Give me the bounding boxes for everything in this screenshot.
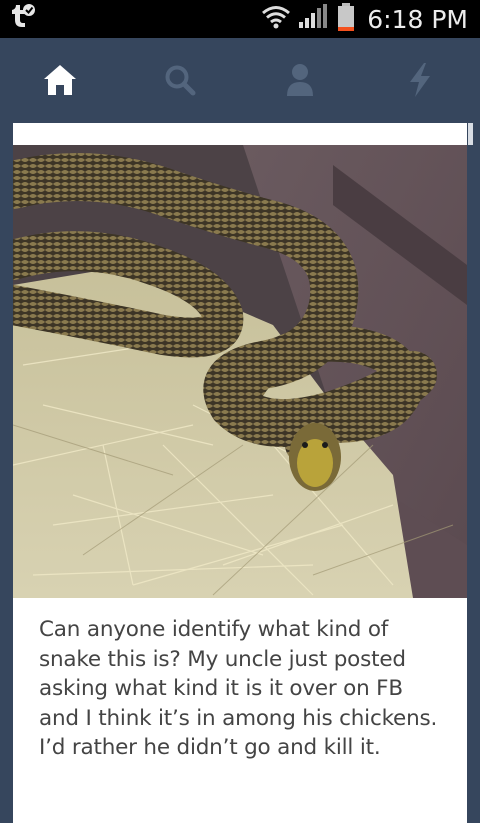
nav-search[interactable]	[150, 56, 210, 108]
snake-in-hay-photo[interactable]	[13, 145, 467, 598]
wifi-icon	[261, 5, 291, 33]
lightning-icon	[407, 62, 433, 102]
home-icon	[43, 64, 77, 100]
status-bar: 6:18 PM	[0, 0, 480, 38]
signal-icon	[299, 4, 329, 34]
status-right: 6:18 PM	[261, 3, 468, 35]
card-top	[13, 123, 467, 145]
tumblr-notification-icon	[10, 3, 36, 35]
scroll-indicator	[468, 123, 473, 145]
person-icon	[286, 63, 314, 101]
dashboard-nav	[0, 38, 480, 126]
nav-activity[interactable]	[390, 56, 450, 108]
battery-icon	[337, 3, 355, 35]
clock: 6:18 PM	[367, 4, 468, 34]
nav-account[interactable]	[270, 56, 330, 108]
post-caption: Can anyone identify what kind of snake t…	[39, 617, 438, 760]
nav-home[interactable]	[30, 56, 90, 108]
search-icon	[164, 64, 196, 100]
post-card: Can anyone identify what kind of snake t…	[13, 123, 473, 823]
status-left	[10, 4, 36, 34]
